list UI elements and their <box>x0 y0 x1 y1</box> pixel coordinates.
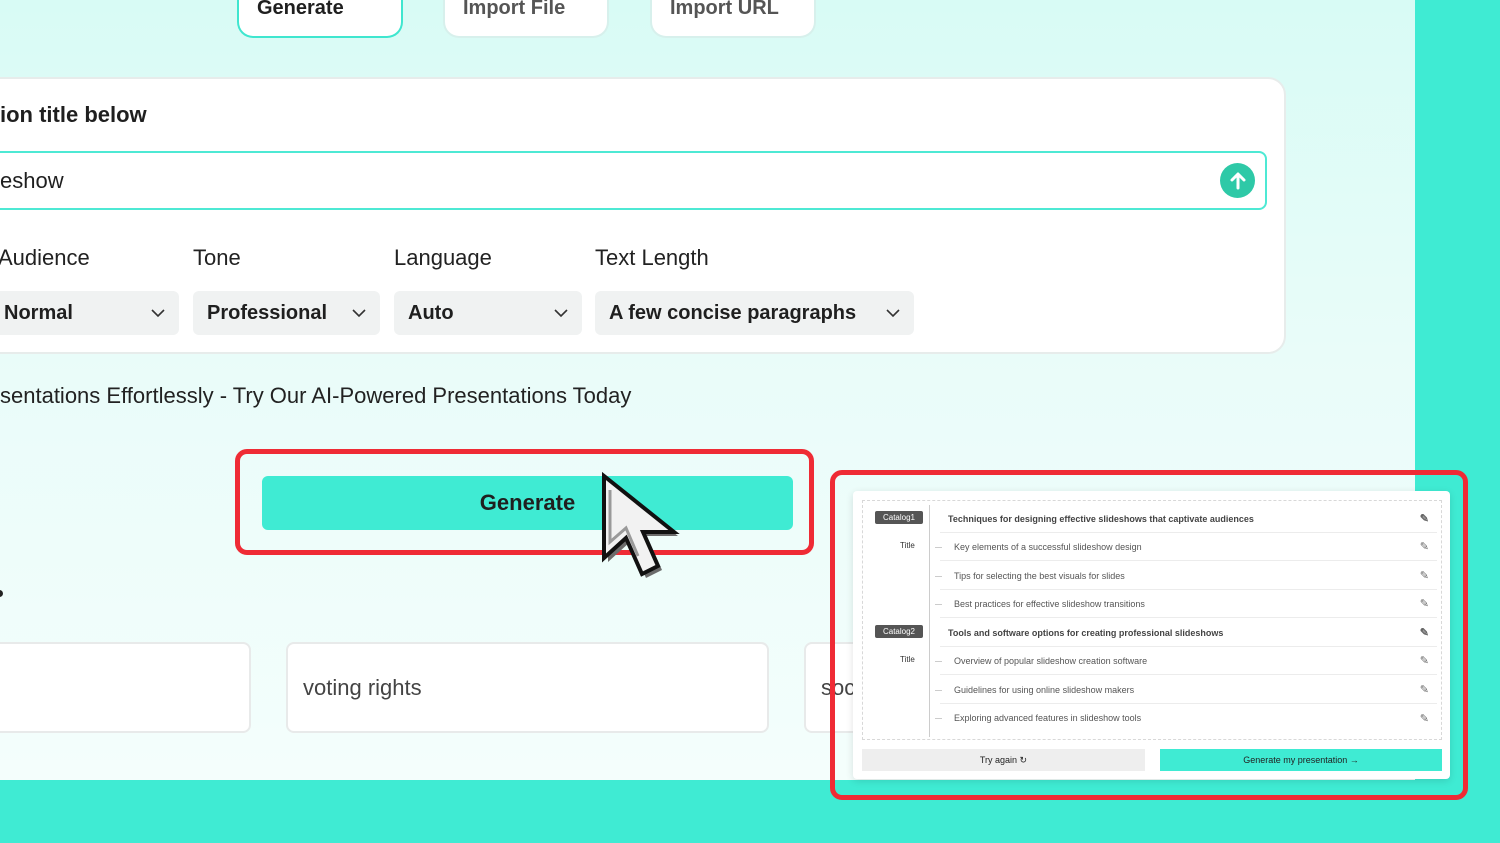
chevron-down-icon <box>151 309 165 318</box>
tab-import-file-label: Import File <box>463 0 566 19</box>
language-label: Language <box>394 245 492 270</box>
tab-generate-label: Generate <box>257 0 344 19</box>
outline-highlight-box <box>830 470 1468 800</box>
audience-select-value: Normal <box>4 301 73 324</box>
tab-import-url-label: Import URL <box>670 0 779 19</box>
title-input-value[interactable]: eshow <box>0 168 64 194</box>
tab-generate[interactable]: Generate <box>237 0 403 38</box>
audience-select[interactable]: Normal <box>0 291 179 335</box>
tone-select[interactable]: Professional <box>193 291 380 335</box>
language-select[interactable]: Auto <box>394 291 582 335</box>
arrow-up-icon <box>1230 172 1245 189</box>
card-heading: ion title below <box>0 102 147 127</box>
tab-import-url[interactable]: Import URL <box>650 0 816 38</box>
suggestion-card[interactable]: voting rights <box>286 642 769 733</box>
text-length-select-value: A few concise paragraphs <box>609 301 857 324</box>
suggestion-card[interactable] <box>0 642 251 733</box>
mouse-cursor-icon <box>602 471 680 578</box>
tone-select-value: Professional <box>207 301 328 324</box>
generate-button-label: Generate <box>479 490 576 515</box>
chevron-down-icon <box>886 309 900 318</box>
title-input[interactable] <box>0 151 1267 210</box>
text-length-label: Text Length <box>595 245 709 270</box>
language-select-value: Auto <box>408 301 454 324</box>
suggestion-text: voting rights <box>303 674 422 700</box>
audience-label: Audience <box>0 245 90 270</box>
tone-label: Tone <box>193 245 241 270</box>
tab-import-file[interactable]: Import File <box>443 0 609 38</box>
tagline: sentations Effortlessly - Try Our AI-Pow… <box>0 383 632 408</box>
chevron-down-icon <box>554 309 568 318</box>
chevron-down-icon <box>352 309 366 318</box>
text-length-select[interactable]: A few concise paragraphs <box>595 291 914 335</box>
submit-title-button[interactable] <box>1220 163 1255 198</box>
